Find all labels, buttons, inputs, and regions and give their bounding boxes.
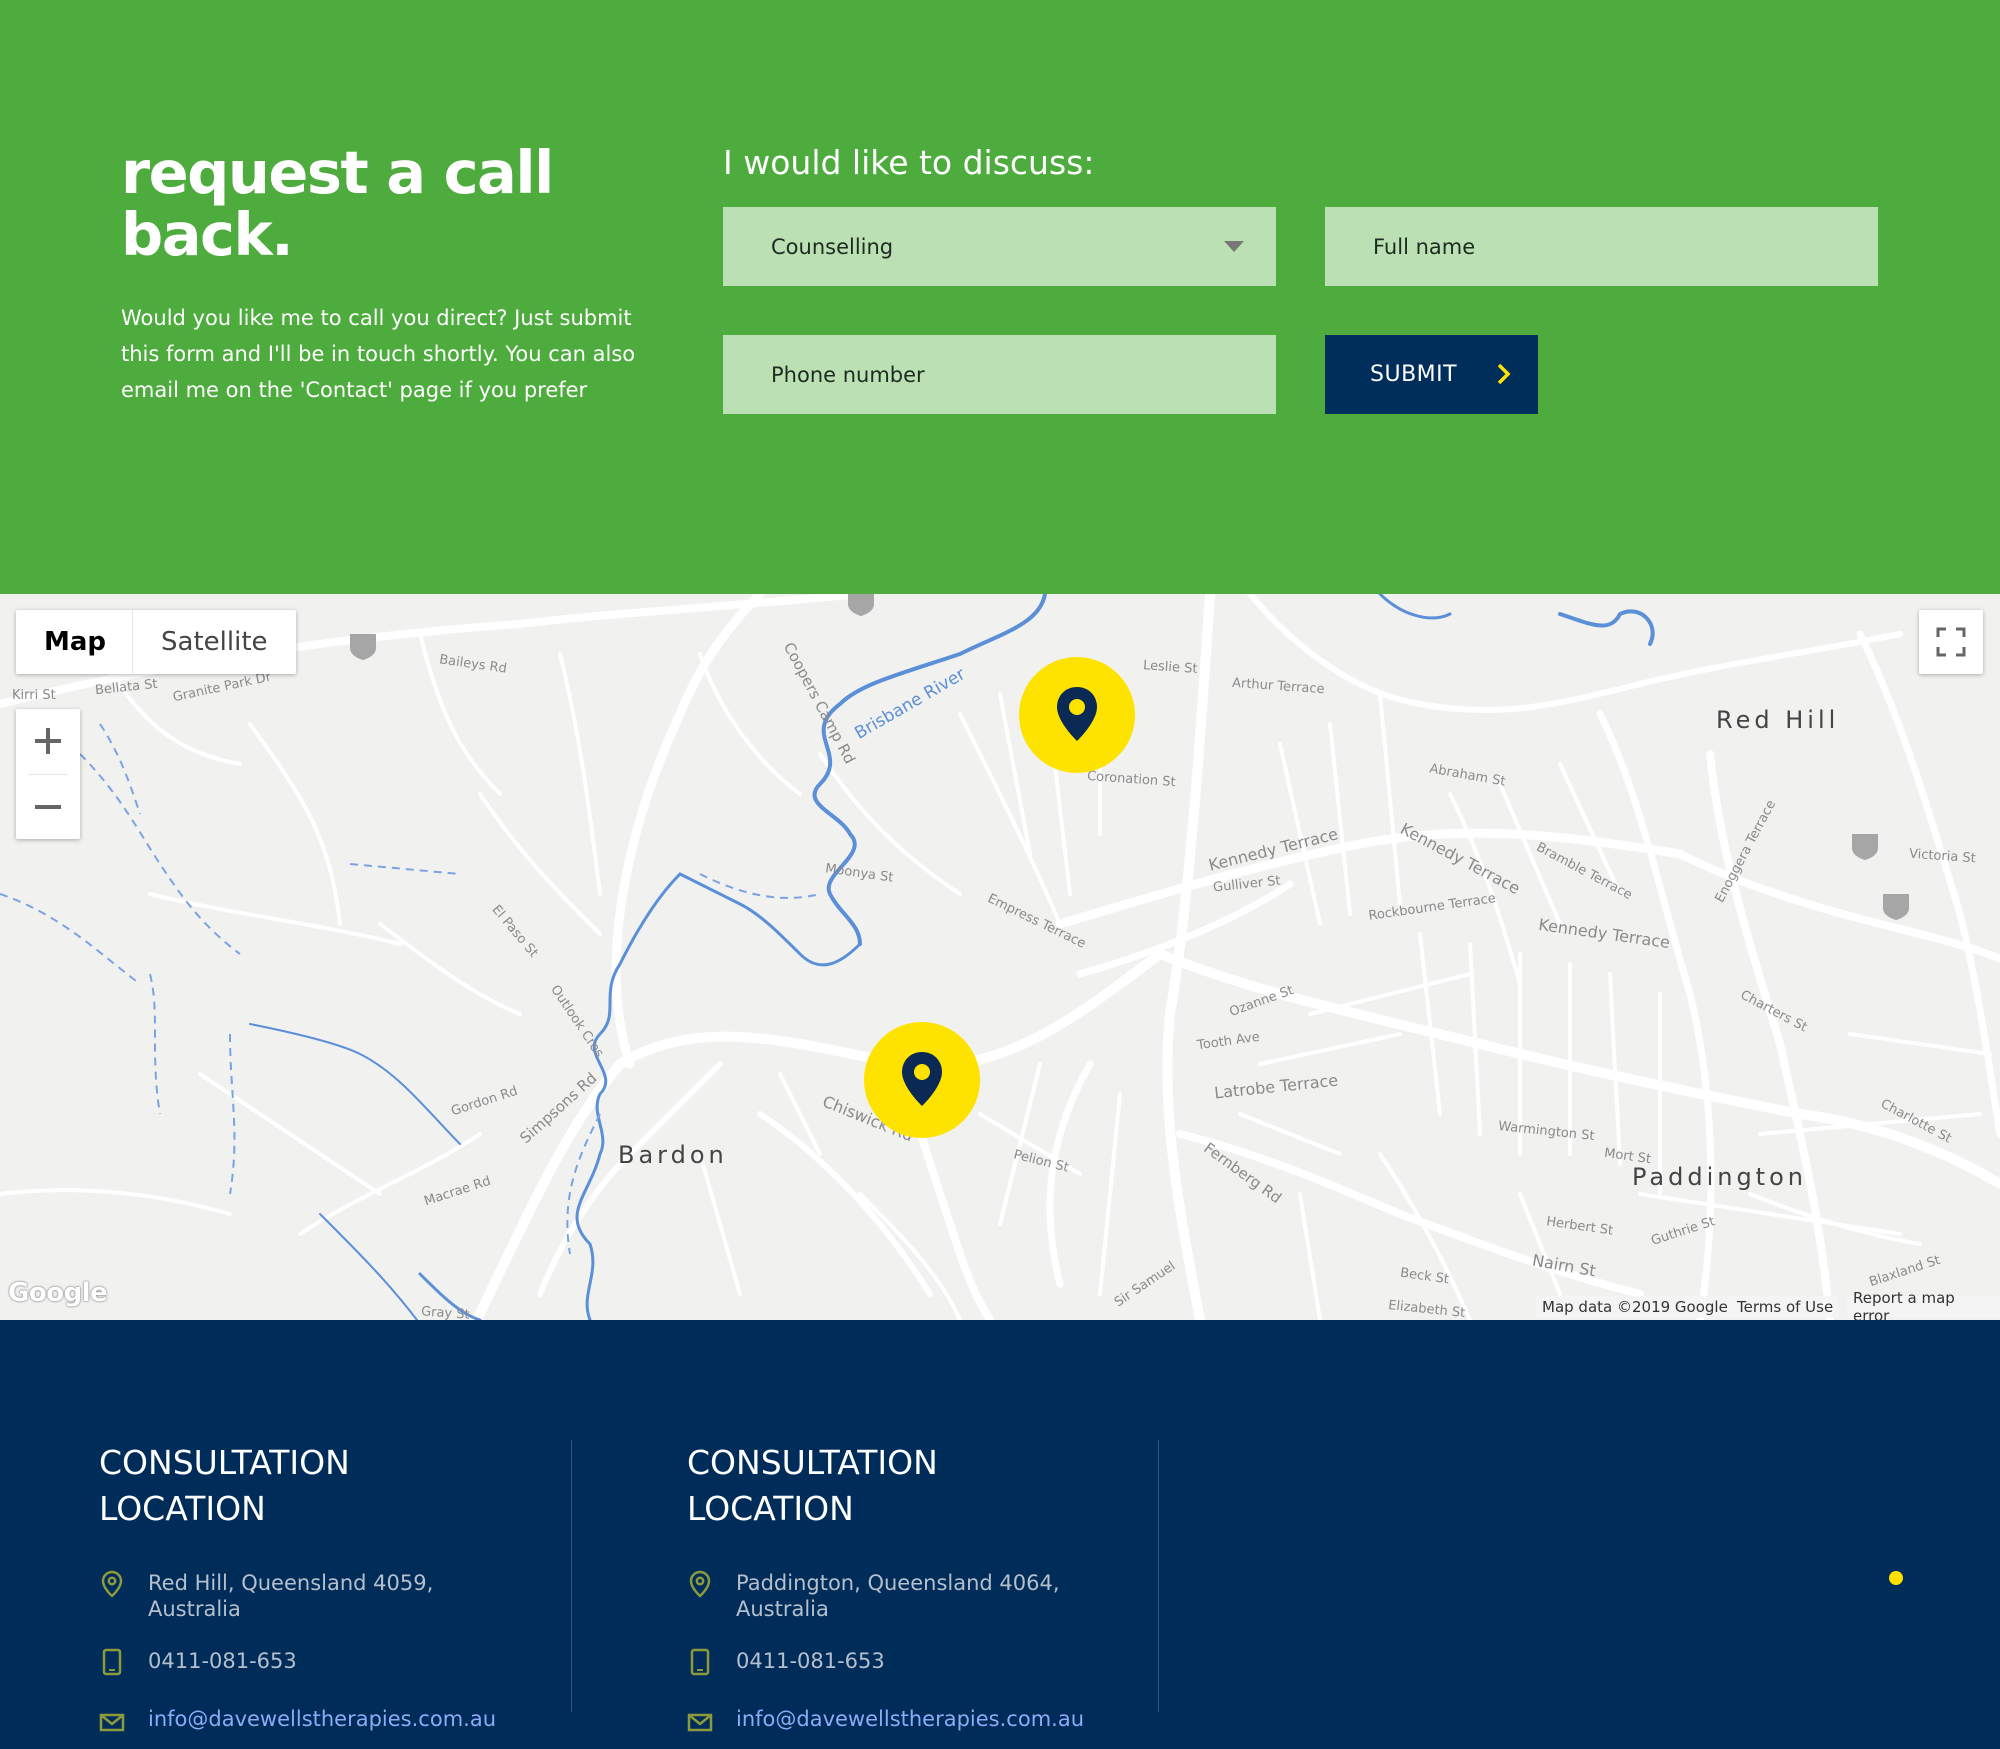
phone-row: 0411-081-653	[99, 1648, 297, 1678]
callback-heading: request a call back.	[121, 138, 554, 269]
envelope-icon	[687, 1706, 713, 1736]
mobile-phone-icon	[99, 1648, 125, 1678]
callback-description: Would you like me to call you direct? Ju…	[121, 306, 636, 402]
chevron-right-icon	[1497, 363, 1511, 385]
phone-row: 0411-081-653	[687, 1648, 885, 1678]
email-row: info@davewellstherapies.com.au	[687, 1706, 1084, 1736]
map-marker-paddington[interactable]	[864, 1022, 980, 1138]
topic-select-value: Counselling	[771, 234, 894, 259]
address-row: Paddington, Queensland 4064, Australia	[687, 1570, 1060, 1622]
address-line-1: Paddington, Queensland 4064,	[736, 1571, 1060, 1595]
place-label-bardon: Bardon	[618, 1141, 728, 1169]
callback-section: request a call back. Would you like me t…	[0, 0, 2000, 594]
form-label: I would like to discuss:	[723, 143, 1095, 182]
decorative-dot	[1889, 1571, 1903, 1585]
zoom-control	[16, 709, 80, 839]
street-label: Gray St	[420, 1304, 471, 1320]
full-name-placeholder: Full name	[1373, 234, 1476, 259]
footer: CONSULTATION LOCATION Red Hill, Queensla…	[0, 1320, 2000, 1749]
location-pin-icon	[1057, 687, 1097, 741]
phone-number[interactable]: 0411-081-653	[736, 1648, 885, 1674]
location-title: CONSULTATION LOCATION	[99, 1443, 350, 1528]
location-title: CONSULTATION LOCATION	[687, 1443, 938, 1528]
map-type-control: Map Satellite	[16, 610, 296, 674]
column-divider	[1158, 1440, 1159, 1712]
address-line-1: Red Hill, Queensland 4059,	[148, 1571, 434, 1595]
envelope-icon	[99, 1706, 125, 1736]
map-streets	[0, 594, 2000, 1320]
fullscreen-button[interactable]	[1919, 610, 1983, 674]
map-pin-icon	[687, 1570, 713, 1600]
map-marker-red-hill[interactable]	[1019, 657, 1135, 773]
place-label-red-hill: Red Hill	[1716, 706, 1840, 734]
caret-down-icon	[1224, 241, 1244, 252]
email-link[interactable]: info@davewellstherapies.com.au	[148, 1706, 496, 1732]
report-map-error-link[interactable]: Report a map error	[1847, 1289, 2000, 1320]
plus-icon	[35, 728, 61, 754]
map-type-map-button[interactable]: Map	[16, 610, 134, 674]
column-divider	[571, 1440, 572, 1712]
location-pin-icon	[902, 1052, 942, 1106]
full-name-input[interactable]: Full name	[1325, 207, 1878, 286]
address-row: Red Hill, Queensland 4059, Australia	[99, 1570, 433, 1622]
address-line-2: Australia	[148, 1597, 241, 1621]
location-column-red-hill: CONSULTATION LOCATION Red Hill, Queensla…	[99, 1440, 499, 1732]
email-link[interactable]: info@davewellstherapies.com.au	[736, 1706, 1084, 1732]
mobile-phone-icon	[687, 1648, 713, 1678]
topic-select[interactable]: Counselling	[723, 207, 1276, 286]
map-pin-icon	[99, 1570, 125, 1600]
place-label-paddington: Paddington	[1632, 1163, 1807, 1191]
map-data-attribution: Map data ©2019 Google	[1536, 1296, 1734, 1318]
phone-number[interactable]: 0411-081-653	[148, 1648, 297, 1674]
address-line-2: Australia	[736, 1597, 829, 1621]
zoom-in-button[interactable]	[16, 709, 80, 773]
phone-input[interactable]: Phone number	[723, 335, 1276, 414]
submit-label: SUBMIT	[1370, 362, 1458, 387]
phone-placeholder: Phone number	[771, 362, 925, 387]
location-column-paddington: CONSULTATION LOCATION Paddington, Queens…	[687, 1440, 1087, 1732]
minus-icon	[35, 805, 61, 809]
email-row: info@davewellstherapies.com.au	[99, 1706, 496, 1736]
fullscreen-icon	[1936, 627, 1966, 657]
map-type-satellite-button[interactable]: Satellite	[133, 610, 296, 674]
address-text: Paddington, Queensland 4064, Australia	[736, 1570, 1060, 1622]
street-label: Kirri St	[12, 688, 56, 703]
zoom-out-button[interactable]	[16, 775, 80, 839]
address-text: Red Hill, Queensland 4059, Australia	[148, 1570, 433, 1622]
google-logo[interactable]: Google	[8, 1278, 108, 1308]
location-map[interactable]: Baileys Rd Bellata St Granite Park Dr Ki…	[0, 594, 2000, 1320]
terms-of-use-link[interactable]: Terms of Use	[1731, 1296, 1840, 1318]
submit-button[interactable]: SUBMIT	[1325, 335, 1538, 414]
